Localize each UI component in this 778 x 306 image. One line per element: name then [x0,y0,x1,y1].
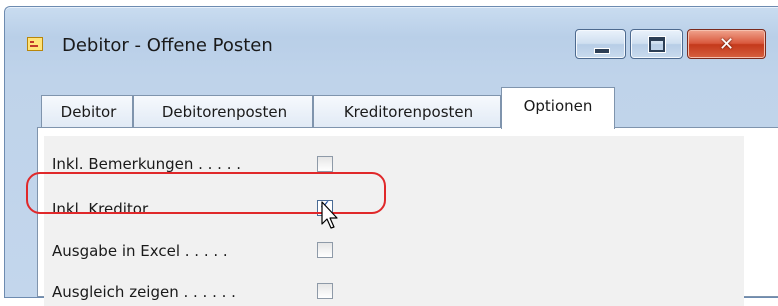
checkbox-ausgabe-excel[interactable] [317,242,333,258]
tab-debitorenposten[interactable]: Debitorenposten [133,95,313,127]
checkbox-ausgleich-zeigen[interactable] [317,283,333,299]
option-label-excel: Ausgabe in Excel . . . . . [52,242,228,260]
tab-optionen[interactable]: Optionen [501,87,615,129]
tab-debitor[interactable]: Debitor [41,95,133,127]
mouse-pointer-icon [321,201,338,229]
option-label-ausgleich: Ausgleich zeigen . . . . . . [52,283,236,301]
window: Debitor - Offene Posten ✕ Debitor Debito… [4,6,778,306]
tab-kreditorenposten[interactable]: Kreditorenposten [313,95,501,127]
checkbox-inkl-bemerkungen[interactable] [317,156,333,172]
